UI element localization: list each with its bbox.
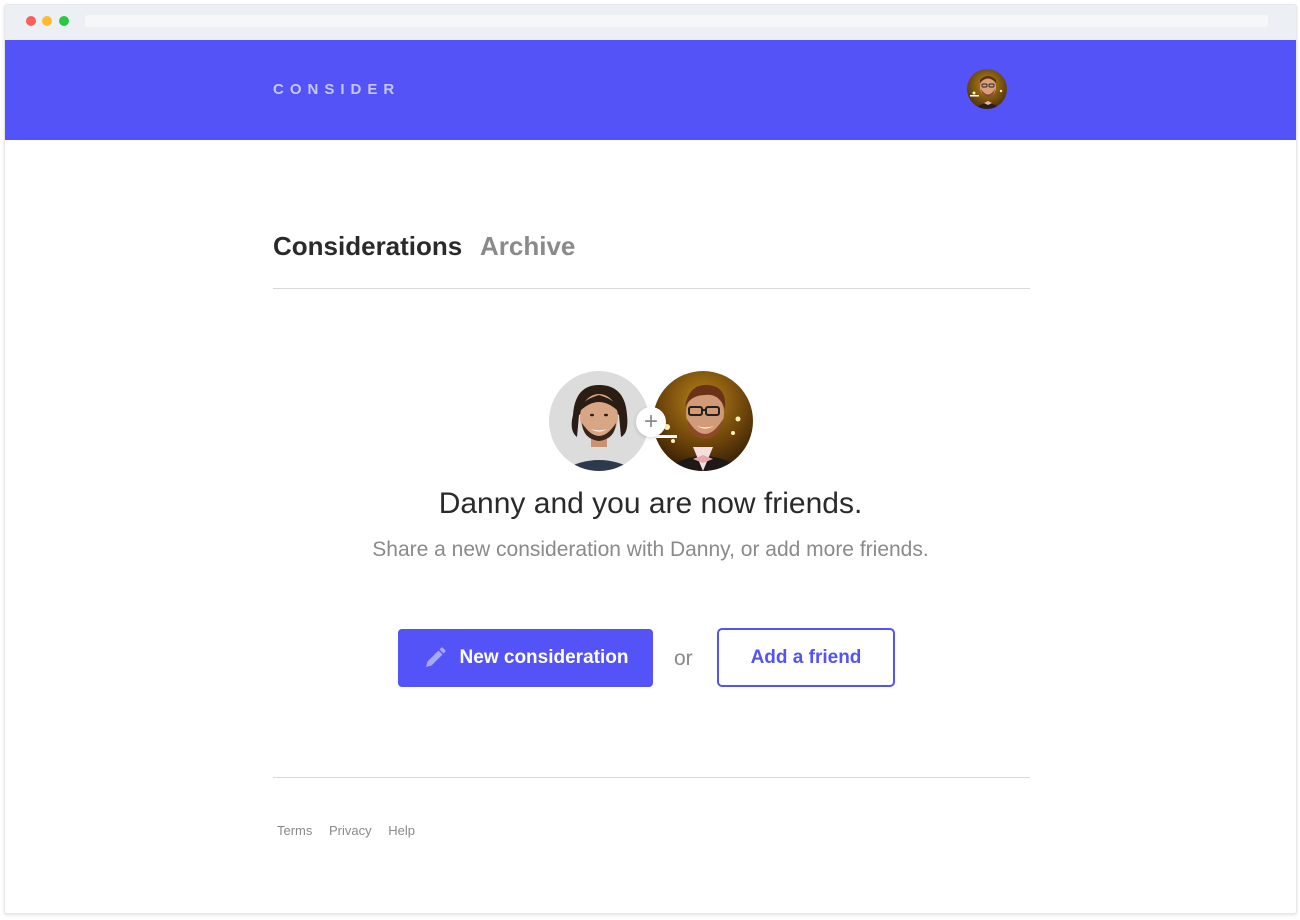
danny-avatar (549, 371, 649, 471)
close-window-button[interactable] (26, 16, 36, 26)
app-header: CONSIDER (5, 40, 1296, 140)
tab-archive[interactable]: Archive (480, 231, 575, 262)
or-separator: or (674, 647, 693, 670)
footer-links: Terms Privacy Help (277, 823, 428, 838)
danny-avatar-image (549, 371, 649, 471)
pencil-icon (425, 647, 446, 667)
maximize-window-button[interactable] (59, 16, 69, 26)
plus-icon: + (636, 407, 666, 437)
address-bar[interactable] (85, 15, 1268, 27)
footer-divider (273, 777, 1030, 778)
app-logo[interactable]: CONSIDER (273, 81, 400, 98)
add-friend-label: Add a friend (750, 646, 862, 668)
user-avatar-large (653, 371, 753, 471)
tab-considerations[interactable]: Considerations (273, 231, 462, 262)
friend-avatars: + (549, 371, 755, 473)
new-consideration-label: New consideration (459, 647, 629, 668)
friendship-subline: Share a new consideration with Danny, or… (372, 538, 929, 561)
browser-window: CONSIDER Considerations Archive + Danny … (4, 4, 1297, 914)
user-avatar-large-image (653, 371, 753, 471)
browser-chrome (5, 5, 1296, 40)
user-avatar-image (967, 69, 1007, 109)
new-consideration-button[interactable]: New consideration (398, 629, 653, 687)
friendship-headline: Danny and you are now friends. (438, 487, 863, 520)
footer-link-help[interactable]: Help (388, 823, 415, 838)
minimize-window-button[interactable] (42, 16, 52, 26)
tab-bar: Considerations Archive (273, 231, 1030, 289)
add-friend-button[interactable]: Add a friend (717, 628, 895, 687)
footer-link-terms[interactable]: Terms (277, 823, 312, 838)
user-avatar[interactable] (967, 69, 1007, 109)
footer-link-privacy[interactable]: Privacy (329, 823, 372, 838)
